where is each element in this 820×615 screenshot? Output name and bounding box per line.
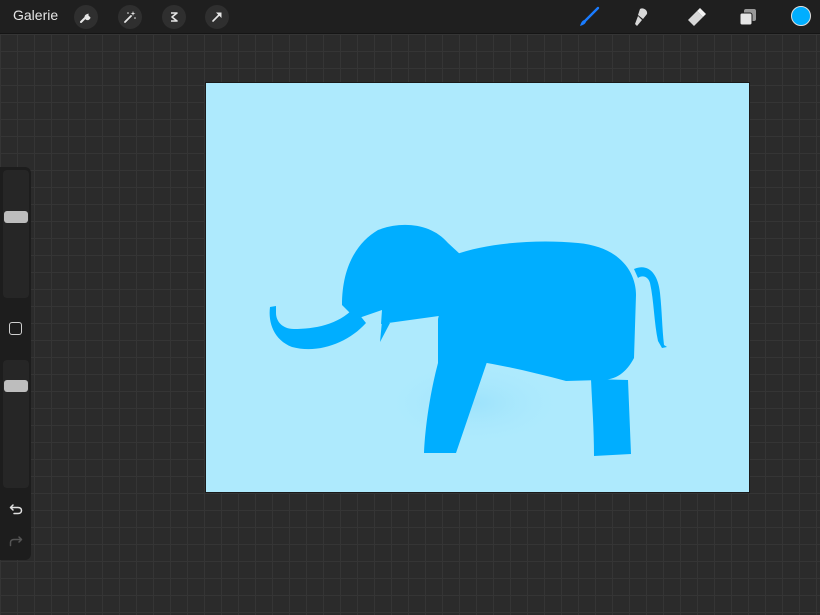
drawing-canvas[interactable]: [206, 83, 749, 492]
eraser-tool-button[interactable]: [684, 5, 708, 29]
selection-button[interactable]: [162, 5, 186, 29]
magic-wand-icon: [124, 11, 136, 23]
brush-size-slider[interactable]: [3, 170, 29, 298]
eraser-icon: [688, 8, 706, 26]
layers-icon: [739, 9, 756, 26]
modify-button[interactable]: [9, 322, 22, 335]
redo-button[interactable]: [7, 532, 25, 550]
gallery-button[interactable]: Galerie: [13, 7, 58, 23]
brush-tool-button[interactable]: [577, 5, 601, 29]
color-swatch[interactable]: [791, 6, 811, 26]
undo-icon: [9, 504, 23, 515]
transform-button[interactable]: [205, 5, 229, 29]
opacity-slider[interactable]: [3, 360, 29, 488]
opacity-thumb[interactable]: [4, 380, 28, 392]
brush-icon: [580, 6, 600, 26]
adjustments-button[interactable]: [118, 5, 142, 29]
transform-arrow-icon: [212, 12, 222, 22]
wrench-icon: [80, 13, 91, 23]
left-sidebar: [0, 167, 31, 560]
smudge-tool-button[interactable]: [630, 5, 654, 29]
selection-icon: [171, 12, 178, 22]
actions-button[interactable]: [74, 5, 98, 29]
top-toolbar: Galerie: [0, 0, 820, 34]
brush-size-thumb[interactable]: [4, 211, 28, 223]
smudge-icon: [635, 8, 648, 26]
elephant-drawing: [269, 224, 667, 456]
undo-button[interactable]: [7, 500, 25, 518]
layers-button[interactable]: [736, 5, 760, 29]
redo-icon: [9, 536, 23, 547]
